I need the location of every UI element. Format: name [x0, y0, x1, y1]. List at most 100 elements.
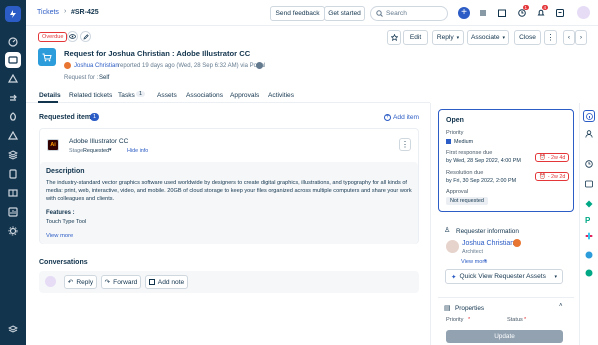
watch-eye-icon[interactable]: [67, 31, 78, 42]
view-more-link[interactable]: View more: [46, 233, 73, 239]
assets-icon[interactable]: [5, 147, 21, 163]
requester-name-link[interactable]: Joshua Christian: [462, 240, 514, 247]
service-request-icon: [38, 48, 56, 66]
star-button[interactable]: [387, 30, 401, 45]
approval-label: Approval: [446, 189, 469, 195]
apps-store-icon[interactable]: [556, 9, 564, 17]
app-slack-icon[interactable]: [585, 232, 593, 240]
star-icon: [390, 34, 398, 41]
stage-value[interactable]: Requested: [83, 148, 109, 154]
status-text: Open: [446, 117, 464, 124]
add-note-button[interactable]: Add note: [145, 275, 188, 289]
app-green-icon[interactable]: [585, 200, 593, 208]
features-text: Touch Type Tool: [46, 219, 87, 225]
reply-dropdown-button[interactable]: Reply ▾: [432, 30, 464, 45]
scenario-icon[interactable]: [585, 180, 593, 188]
stage-chevron-icon: ▾: [109, 147, 112, 153]
todo-list-icon[interactable]: [479, 9, 487, 17]
new-plus-button[interactable]: +: [458, 7, 470, 19]
info-icon[interactable]: [583, 110, 595, 122]
alarm-clock-icon: ⏰: [539, 154, 546, 161]
users-icon[interactable]: [585, 130, 593, 138]
properties-icon: ▤: [444, 305, 451, 312]
right-apps-strip: P P: [579, 103, 598, 345]
tab-associations[interactable]: Associations: [186, 92, 223, 99]
requester-panel: ♙ Requester information Joshua Christian…: [438, 219, 574, 289]
tickets-icon[interactable]: [5, 52, 21, 68]
user-avatar[interactable]: [577, 6, 590, 19]
add-item-label: Add item: [393, 114, 420, 121]
chevron-up-icon[interactable]: ˄: [559, 303, 563, 309]
edit-button[interactable]: Edit: [403, 30, 428, 45]
priority-value[interactable]: Medium: [454, 139, 473, 145]
properties-status-label: Status: [507, 317, 523, 323]
tab-approvals[interactable]: Approvals: [230, 92, 259, 99]
tab-assets[interactable]: Assets: [157, 92, 177, 99]
search-input[interactable]: Search: [370, 6, 448, 21]
rd-sla-badge: ⏰ - 2w 2d: [535, 172, 570, 181]
requester-avatar: [446, 240, 459, 253]
reply-arrow-icon: ↶: [67, 279, 74, 286]
ticket-title: Request for Joshua Christian : Adobe Ill…: [64, 49, 251, 58]
close-ticket-button[interactable]: Close: [514, 30, 541, 45]
resolution-due-label: Resolution due: [446, 170, 484, 176]
update-button[interactable]: Update: [446, 330, 563, 343]
tab-activities[interactable]: Activities: [268, 92, 294, 99]
properties-panel: ▤ Properties ˄ Priority * Status * Updat…: [438, 297, 574, 345]
releases-icon[interactable]: [5, 109, 21, 125]
get-started-label: Get started: [328, 10, 361, 17]
edit-pencil-icon[interactable]: [80, 31, 91, 42]
add-item-link[interactable]: + Add item: [384, 114, 419, 121]
app-green-chat-icon[interactable]: [585, 269, 593, 277]
frd-sla-badge: ⏰ - 2w 4d: [535, 153, 570, 162]
item-more-button[interactable]: ⋮: [399, 138, 411, 151]
add-circle-icon: +: [384, 114, 391, 121]
requester-mini-avatar: [64, 62, 71, 69]
timer-icon[interactable]: [585, 160, 593, 168]
quick-view-assets-dropdown[interactable]: ✦ Quick View Requester Assets ▾: [445, 269, 563, 284]
person-icon: ♙: [444, 227, 451, 234]
more-dots-icon: ⋮: [401, 139, 409, 149]
calendar-icon[interactable]: [498, 9, 506, 17]
forward-button[interactable]: ↷ Forward: [101, 275, 141, 289]
previous-ticket-button[interactable]: ‹: [563, 30, 575, 45]
freshservice-logo-icon[interactable]: [5, 6, 21, 22]
app-teal-icon[interactable]: [585, 251, 593, 259]
breadcrumb-tickets[interactable]: Tickets: [37, 9, 59, 16]
resolution-due-value: by Fri, 30 Sep 2022, 2:00 PM: [446, 178, 517, 184]
next-ticket-button[interactable]: ›: [575, 30, 587, 45]
requester-link[interactable]: Joshua Christian: [74, 63, 119, 69]
solutions-icon[interactable]: [5, 185, 21, 201]
problems-icon[interactable]: [5, 71, 21, 87]
first-response-due-label: First response due: [446, 150, 493, 156]
app-p-icon[interactable]: P: [585, 216, 590, 225]
tab-related-tickets[interactable]: Related tickets: [69, 92, 112, 99]
tab-tasks[interactable]: Tasks: [118, 92, 135, 99]
tab-details[interactable]: Details: [39, 92, 61, 99]
associate-dropdown-button[interactable]: Associate ▾: [467, 30, 509, 45]
hide-info-link[interactable]: Hide info: [127, 148, 148, 154]
changes-icon[interactable]: [5, 90, 21, 106]
dashboard-icon[interactable]: [5, 34, 21, 50]
search-icon: [376, 10, 383, 17]
requested-items-count: 1: [90, 113, 100, 121]
contracts-icon[interactable]: [5, 166, 21, 182]
recent-icon[interactable]: [518, 9, 526, 17]
notifications-bell-icon[interactable]: [537, 9, 545, 17]
add-note-label: Add note: [157, 278, 185, 286]
send-feedback-button[interactable]: Send feedback: [270, 6, 325, 21]
workspace-icon[interactable]: [5, 322, 21, 338]
get-started-button[interactable]: Get started: [324, 6, 365, 21]
recent-count-badge: 1: [523, 5, 529, 10]
admin-icon[interactable]: [5, 223, 21, 239]
vip-badge-icon: [513, 239, 521, 247]
column-divider: [430, 103, 431, 345]
alerts-icon[interactable]: [5, 128, 21, 144]
assets-sparkle-icon: ✦: [451, 273, 457, 281]
reply-button[interactable]: ↶ Reply: [64, 275, 97, 289]
reports-icon[interactable]: [5, 204, 21, 220]
more-options-button[interactable]: ⋮: [544, 30, 557, 45]
active-tab-indicator: [38, 101, 58, 103]
forward-button-label: Forward: [113, 278, 138, 286]
rd-sla-text: - 2w 2d: [547, 173, 566, 180]
